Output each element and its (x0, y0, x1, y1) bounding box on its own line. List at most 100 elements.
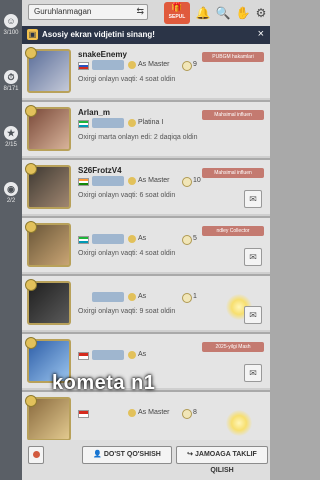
invite-team-button[interactable]: ↪ JAMOAGA TAKLIF QILISH (176, 446, 268, 474)
search-icon[interactable]: 🔍 (214, 4, 232, 22)
level-icon (182, 293, 192, 303)
location-icon: ◉ (4, 182, 18, 196)
rail-count: 3/100 (3, 30, 19, 36)
hand-icon[interactable]: ✋ (234, 4, 252, 22)
rank-text: As (138, 293, 147, 300)
rail-item-nearby[interactable]: ◉ 2/2 (0, 182, 22, 204)
rank-text: As Master (138, 409, 170, 416)
tier-icon (128, 177, 136, 185)
rail-count: 8/171 (3, 86, 19, 92)
widget-banner[interactable]: ▣ Asosiy ekran vidjetini sinang! × (22, 26, 270, 44)
rank-text: As (138, 351, 147, 358)
rank-text: As (138, 235, 147, 242)
flag-icon (78, 178, 89, 186)
friend-list[interactable]: snakeEnemy As Master 9 Oxirgi onlayn vaq… (22, 44, 270, 464)
tier-icon (128, 293, 136, 301)
rank-badge-icon (92, 60, 124, 70)
level-icon (182, 235, 192, 245)
friend-row[interactable]: Arlan_m Platina I Oxirgi marta onlayn ed… (22, 102, 270, 158)
person-icon: ☺ (4, 14, 18, 28)
title-tag: 2025-yilgi Mash (202, 342, 264, 352)
rank-badge-icon (92, 176, 124, 186)
sepul-label: SEPUL (168, 14, 186, 20)
level-value: 10 (193, 177, 201, 184)
last-online: Oxirgi marta onlayn edi: 2 daqiqa oldin (78, 134, 198, 141)
rail-count: 2/15 (5, 142, 17, 148)
rank-medal-icon (25, 163, 37, 175)
tier-icon (128, 409, 136, 417)
level-value: 1 (193, 293, 197, 300)
rank-badge-icon (92, 350, 124, 360)
widget-icon: ▣ (27, 29, 38, 40)
sepul-button[interactable]: 🎁 SEPUL (164, 2, 190, 24)
banner-text: Asosiy ekran vidjetini sinang! (42, 30, 155, 39)
rank-medal-icon (25, 221, 37, 233)
friend-name: snakeEnemy (78, 50, 127, 59)
rank-badge-icon (92, 118, 124, 128)
rank-medal-icon (25, 395, 37, 407)
rank-badge-icon (92, 234, 124, 244)
add-friend-icon: 👤 (93, 451, 102, 458)
group-select[interactable]: Guruhlanmagan ⇆ (28, 4, 148, 20)
add-friend-label: DO'ST QO'SHISH (103, 451, 161, 458)
flag-icon (78, 120, 89, 128)
friend-row[interactable]: snakeEnemy As Master 9 Oxirgi onlayn vaq… (22, 44, 270, 100)
title-tag: Mahsimal influen (202, 168, 264, 178)
rank-medal-icon (25, 279, 37, 291)
friend-row[interactable]: As 5 Oxirgi onlayn vaqti: 4 soat oldin n… (22, 218, 270, 274)
glow-effect-icon (226, 410, 252, 436)
friend-row[interactable]: S26FrotzV4 As Master 10 Oxirgi onlayn va… (22, 160, 270, 216)
left-rail: ☺ 3/100 ⏱ 8/171 ★ 2/15 ◉ 2/2 (0, 0, 22, 480)
rail-count: 2/2 (6, 198, 16, 204)
last-online: Oxirgi onlayn vaqti: 6 soat oldin (78, 192, 176, 199)
level-value: 5 (193, 235, 197, 242)
gear-icon[interactable]: ⚙ (252, 4, 270, 22)
flag-icon (78, 236, 89, 244)
rank-text: As Master (138, 61, 170, 68)
gift-icon: 🎁 (171, 2, 183, 12)
rank-text: As Master (138, 177, 170, 184)
rank-medal-icon (25, 105, 37, 117)
friend-name: S26FrotzV4 (78, 166, 122, 175)
close-icon[interactable]: × (258, 28, 264, 40)
tier-icon (128, 235, 136, 243)
last-online: Oxirgi onlayn vaqti: 4 soat oldin (78, 250, 176, 257)
switch-icon: ⇆ (136, 6, 144, 16)
flag-icon (78, 352, 89, 360)
last-online: Oxirgi onlayn vaqti: 4 soat oldin (78, 76, 176, 83)
message-icon[interactable]: ✉ (244, 364, 262, 382)
message-icon[interactable]: ✉ (244, 248, 262, 266)
clock-icon: ⏱ (4, 70, 18, 84)
friend-name: Arlan_m (78, 108, 111, 117)
friend-row[interactable]: As 1 Oxirgi onlayn vaqti: 9 soat oldin ✉ (22, 276, 270, 332)
flag-icon (78, 410, 89, 418)
level-value: 8 (193, 409, 197, 416)
level-icon (182, 177, 192, 187)
level-icon (182, 61, 192, 71)
rank-badge-icon (92, 292, 124, 302)
rail-item-favorites[interactable]: ★ 2/15 (0, 126, 22, 148)
group-select-label: Guruhlanmagan (34, 7, 92, 16)
tier-icon (128, 61, 136, 69)
message-icon[interactable]: ✉ (244, 190, 262, 208)
bell-icon[interactable]: 🔔 (194, 4, 212, 22)
tier-icon (128, 119, 136, 127)
rank-medal-icon (25, 47, 37, 59)
overlay-caption: kometa n1 (52, 372, 156, 394)
flag-icon (78, 62, 89, 70)
add-friend-button[interactable]: 👤 DO'ST QO'SHISH (82, 446, 172, 464)
last-online: Oxirgi onlayn vaqti: 9 soat oldin (78, 308, 176, 315)
title-tag: PUBGM hakamlari (202, 52, 264, 62)
title-tag: Mahsimal influen (202, 110, 264, 120)
chat-shortcut-button[interactable] (28, 446, 44, 464)
share-icon: ↪ (187, 451, 194, 458)
rail-item-recent[interactable]: ⏱ 8/171 (0, 70, 22, 92)
title-tag: ndley Collector (202, 226, 264, 236)
chat-icon (32, 451, 40, 458)
rail-item-friends[interactable]: ☺ 3/100 (0, 14, 22, 36)
level-value: 9 (193, 61, 197, 68)
rank-medal-icon (25, 337, 37, 349)
message-icon[interactable]: ✉ (244, 306, 262, 324)
level-icon (182, 409, 192, 419)
star-icon: ★ (4, 126, 18, 140)
